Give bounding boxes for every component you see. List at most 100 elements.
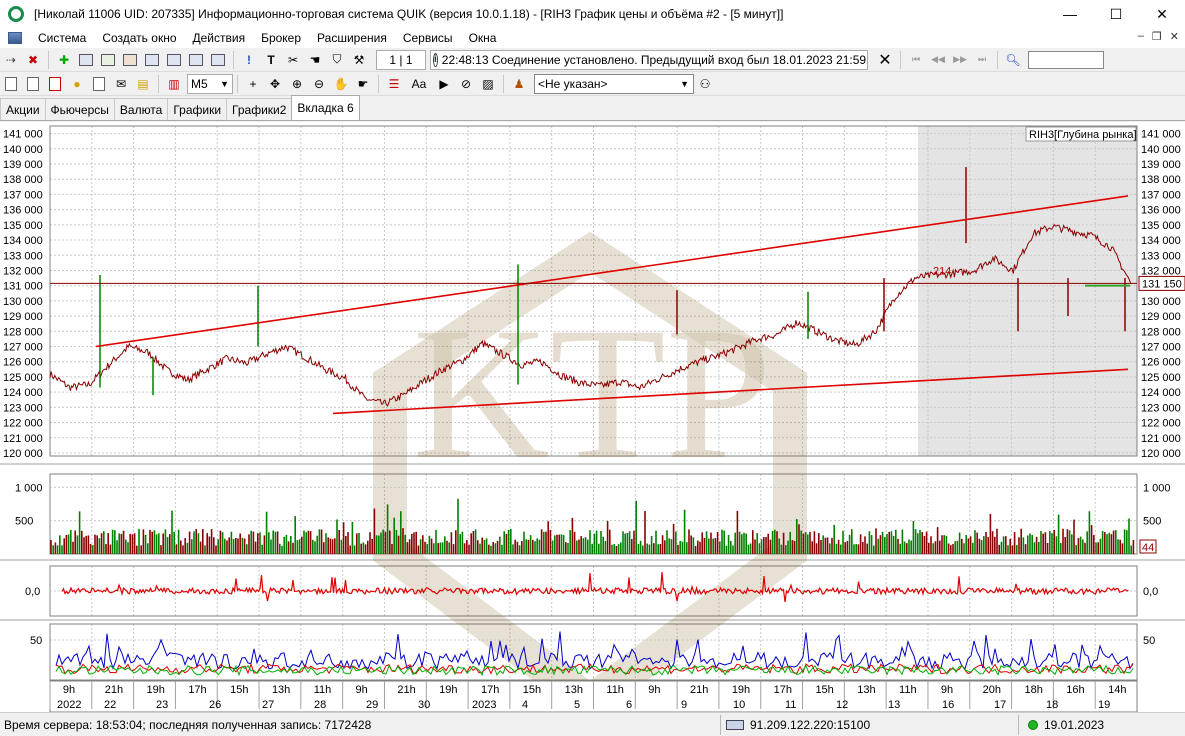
chevron-down-icon[interactable]: ▼ bbox=[680, 79, 689, 89]
tools-icon[interactable]: ⚒ bbox=[350, 51, 368, 69]
quotes-icon[interactable] bbox=[121, 51, 139, 69]
alert-icon[interactable]: ! bbox=[240, 51, 258, 69]
tab-futures[interactable]: Фьючерсы bbox=[44, 98, 115, 120]
levels-icon[interactable]: ☰ bbox=[385, 75, 403, 93]
price-tick-right: 124 000 bbox=[1141, 387, 1181, 399]
scissors-icon[interactable]: ✂ bbox=[284, 51, 302, 69]
date-label: 26 bbox=[209, 699, 221, 711]
chart-window-icon[interactable] bbox=[99, 51, 117, 69]
volume-tick-right: 500 bbox=[1143, 516, 1161, 528]
orders-icon[interactable] bbox=[143, 51, 161, 69]
zoom-out-icon[interactable]: ⊖ bbox=[310, 75, 328, 93]
disconnect-icon[interactable]: ✖ bbox=[24, 51, 42, 69]
first-record-icon[interactable]: ⏮ bbox=[907, 51, 925, 69]
last-record-icon[interactable]: ⏭ bbox=[973, 51, 991, 69]
price-volume-chart[interactable]: 141 000 141 000140 000 140 000139 000 139 0… bbox=[0, 122, 1185, 712]
chart-type-icon[interactable]: ▥ bbox=[165, 75, 183, 93]
menu-extensions[interactable]: Расширения bbox=[309, 31, 395, 45]
mdi-minimize-button[interactable]: – bbox=[1138, 30, 1144, 43]
next-record-icon[interactable]: ▶▶ bbox=[951, 51, 969, 69]
price-tick-left: 121 000 bbox=[3, 433, 43, 445]
price-tick-left: 124 000 bbox=[3, 387, 43, 399]
pattern-icon[interactable]: ▨ bbox=[479, 75, 497, 93]
chevron-down-icon[interactable]: ▼ bbox=[220, 79, 229, 89]
chart-window[interactable]: 141 000 141 000 140 000 140 000 139 000 139 0… bbox=[0, 122, 1185, 712]
tab-charts[interactable]: Графики bbox=[167, 98, 228, 120]
trades-icon[interactable] bbox=[165, 51, 183, 69]
price-tick-left: 134 000 bbox=[3, 235, 43, 247]
time-label: 19h bbox=[147, 684, 165, 696]
money-stack-icon[interactable]: ▤ bbox=[134, 75, 152, 93]
cancel-orders-icon[interactable] bbox=[46, 75, 64, 93]
pan-icon[interactable]: ☛ bbox=[354, 75, 372, 93]
time-label: 21h bbox=[105, 684, 123, 696]
new-window-icon[interactable]: ✚ bbox=[55, 51, 73, 69]
user-search-icon[interactable]: ⚇ bbox=[696, 75, 714, 93]
stop-orders-icon[interactable] bbox=[187, 51, 205, 69]
time-label: 19h bbox=[439, 684, 457, 696]
fit-icon[interactable]: ✋ bbox=[332, 75, 350, 93]
deposit-icon[interactable] bbox=[90, 75, 108, 93]
time-label: 9h bbox=[941, 684, 953, 696]
close-button[interactable]: ✕ bbox=[1139, 0, 1185, 28]
price-tick-right: 130 000 bbox=[1141, 296, 1181, 308]
menu-system[interactable]: Система bbox=[30, 31, 94, 45]
fill-icon[interactable]: ▶ bbox=[435, 75, 453, 93]
menu-create-window[interactable]: Создать окно bbox=[94, 31, 184, 45]
minimize-button[interactable]: — bbox=[1047, 0, 1093, 28]
tab-6[interactable]: Вкладка 6 bbox=[291, 95, 360, 120]
time-label: 11h bbox=[899, 684, 917, 696]
watermark-text: KTP bbox=[413, 289, 772, 499]
zoom-in-icon[interactable]: ⊕ bbox=[288, 75, 306, 93]
date-label: 11 bbox=[785, 699, 796, 711]
time-label: 15h bbox=[523, 684, 541, 696]
date-label: 17 bbox=[994, 699, 1006, 711]
server-time-status: Время сервера: 18:53:04; последняя получ… bbox=[4, 717, 372, 732]
window-controls: — ☐ ✕ bbox=[1047, 0, 1185, 28]
connection-status-dropdown[interactable]: i 22:48:13 Соединение установлено. Преды… bbox=[430, 49, 868, 70]
tab-charts2[interactable]: Графики2 bbox=[226, 98, 293, 120]
menu-services[interactable]: Сервисы bbox=[395, 31, 461, 45]
tab-currency[interactable]: Валюта bbox=[113, 98, 169, 120]
print-icon[interactable] bbox=[2, 75, 20, 93]
search-input[interactable] bbox=[1028, 50, 1104, 69]
child-window-icon[interactable] bbox=[8, 32, 22, 44]
volume-last-label: 44 bbox=[1142, 542, 1154, 554]
text-tool-icon[interactable]: T bbox=[262, 51, 280, 69]
client-icon[interactable]: ♟ bbox=[510, 75, 528, 93]
font-icon[interactable]: Aa bbox=[407, 75, 431, 93]
price-tick-right: 122 000 bbox=[1141, 418, 1181, 430]
settings-doc-icon[interactable] bbox=[24, 75, 42, 93]
mdi-close-button[interactable]: ✕ bbox=[1170, 30, 1179, 43]
mdi-restore-button[interactable]: ❐ bbox=[1152, 30, 1162, 43]
filter-icon[interactable]: ⛉ bbox=[328, 51, 346, 69]
interval-select[interactable]: M5 ▼ bbox=[187, 73, 233, 94]
maximize-button[interactable]: ☐ bbox=[1093, 0, 1139, 28]
menu-broker[interactable]: Брокер bbox=[253, 31, 309, 45]
volume-tick-left: 1 000 bbox=[15, 482, 43, 494]
close-message-icon[interactable]: ✕ bbox=[876, 51, 894, 69]
table-icon[interactable] bbox=[77, 51, 95, 69]
title-bar: [Николай 11006 UID: 207335] Информационн… bbox=[0, 0, 1185, 28]
crosshair-icon[interactable]: + bbox=[244, 75, 262, 93]
menu-actions[interactable]: Действия bbox=[185, 31, 254, 45]
connect-icon[interactable]: ⇢ bbox=[2, 51, 20, 69]
tab-shares[interactable]: Акции bbox=[0, 98, 46, 120]
menu-windows[interactable]: Окна bbox=[461, 31, 505, 45]
search-icon[interactable]: 🔍︎ bbox=[1004, 51, 1022, 69]
client-code-select[interactable]: <Не указан> ▼ bbox=[534, 73, 694, 94]
price-tick-left: 132 000 bbox=[3, 265, 43, 277]
hand-icon[interactable]: ☚ bbox=[306, 51, 324, 69]
date-label: 4 bbox=[522, 699, 528, 711]
previous-record-icon[interactable]: ◀◀ bbox=[929, 51, 947, 69]
coins-icon[interactable]: ● bbox=[68, 75, 86, 93]
date-label: 28 bbox=[314, 699, 326, 711]
move-icon[interactable]: ✥ bbox=[266, 75, 284, 93]
menu-bar: Система Создать окно Действия Брокер Рас… bbox=[0, 28, 1185, 48]
portfolio-icon[interactable] bbox=[209, 51, 227, 69]
date-label: 27 bbox=[262, 699, 274, 711]
status-date: 19.01.2023 bbox=[1044, 717, 1105, 732]
mail-icon[interactable]: ✉ bbox=[112, 75, 130, 93]
hide-icon[interactable]: ⊘ bbox=[457, 75, 475, 93]
price-tick-right: 135 000 bbox=[1141, 220, 1181, 232]
